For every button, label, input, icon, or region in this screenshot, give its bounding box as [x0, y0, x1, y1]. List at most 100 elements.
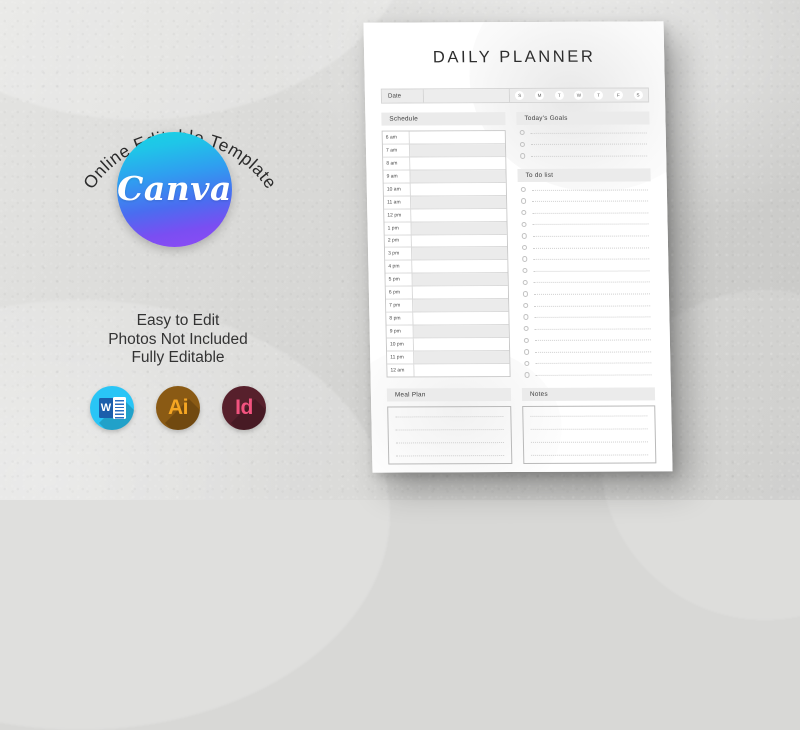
- todo-row-field[interactable]: [533, 234, 649, 237]
- day-toggle-3[interactable]: W: [574, 90, 584, 100]
- todo-row-field[interactable]: [532, 188, 648, 191]
- schedule-entry-field[interactable]: [409, 144, 506, 157]
- checkbox-circle-icon[interactable]: [523, 325, 530, 332]
- day-toggle-1[interactable]: M: [534, 90, 545, 100]
- schedule-time-label: 12 am: [387, 364, 415, 377]
- todo-row-field[interactable]: [535, 361, 652, 365]
- checkbox-circle-icon[interactable]: [524, 372, 531, 378]
- notes-line[interactable]: [530, 440, 648, 443]
- schedule-entry-field[interactable]: [413, 325, 509, 338]
- schedule-entry-field[interactable]: [413, 299, 509, 312]
- checkbox-circle-icon[interactable]: [522, 256, 528, 262]
- schedule-entry-field[interactable]: [411, 208, 507, 222]
- checkbox-circle-icon[interactable]: [523, 337, 530, 343]
- day-toggle-2[interactable]: T: [554, 90, 564, 100]
- checkbox-circle-icon[interactable]: [522, 267, 528, 274]
- schedule-entry-field[interactable]: [412, 273, 508, 286]
- todo-row-field[interactable]: [534, 292, 650, 295]
- schedule-entry-field[interactable]: [414, 363, 510, 377]
- schedule-row: 12 am: [387, 363, 510, 377]
- checkbox-circle-icon[interactable]: [521, 233, 528, 239]
- promo-feature-1: Easy to Edit: [136, 312, 220, 329]
- schedule-entry-field[interactable]: [409, 131, 505, 144]
- day-toggle-6[interactable]: S: [633, 90, 643, 100]
- schedule-row: 6 pm: [385, 286, 509, 300]
- checkbox-circle-icon[interactable]: [521, 221, 527, 228]
- todo-row: [518, 206, 651, 218]
- schedule-entry-field[interactable]: [412, 260, 508, 273]
- schedule-entry-field[interactable]: [412, 286, 509, 299]
- planner-page: DAILY PLANNER Date SMTWTFS Schedule 6 am…: [363, 21, 673, 473]
- schedule-time-label: 9 pm: [386, 325, 414, 338]
- todo-row-field[interactable]: [533, 245, 650, 249]
- checkbox-circle-icon[interactable]: [521, 244, 528, 251]
- todo-row-field[interactable]: [532, 199, 649, 203]
- meal-plan-writing-area[interactable]: [387, 405, 513, 465]
- schedule-entry-field[interactable]: [410, 195, 507, 209]
- todo-row-field[interactable]: [532, 211, 649, 214]
- schedule-entry-field[interactable]: [410, 169, 506, 183]
- notes-line[interactable]: [531, 453, 649, 456]
- day-of-week-selector[interactable]: SMTWTFS: [509, 88, 649, 103]
- checkbox-circle-icon[interactable]: [520, 153, 526, 159]
- schedule-time-label: 11 pm: [387, 351, 415, 364]
- notes-line[interactable]: [530, 414, 648, 417]
- todo-row-field[interactable]: [535, 373, 652, 376]
- date-input-field[interactable]: [423, 89, 511, 103]
- schedule-entry-field[interactable]: [410, 182, 506, 196]
- schedule-row: 8 am: [383, 156, 506, 171]
- meal-plan-line[interactable]: [396, 453, 505, 457]
- checkbox-circle-icon[interactable]: [523, 302, 529, 309]
- notes-line[interactable]: [530, 427, 648, 430]
- schedule-row: 8 pm: [386, 312, 509, 326]
- checkbox-circle-icon[interactable]: [520, 186, 527, 193]
- schedule-entry-field[interactable]: [411, 234, 507, 247]
- todo-row-field[interactable]: [534, 303, 651, 307]
- notes-header: Notes: [521, 387, 656, 401]
- checkbox-circle-icon[interactable]: [522, 279, 529, 285]
- schedule-entry-field[interactable]: [414, 350, 510, 364]
- todo-row-field[interactable]: [532, 222, 649, 226]
- checkbox-circle-icon[interactable]: [523, 314, 529, 320]
- todo-row-field[interactable]: [534, 280, 650, 284]
- todo-section: To do list: [517, 168, 654, 381]
- meal-plan-section: Meal Plan: [386, 387, 513, 465]
- goal-row-field[interactable]: [531, 154, 648, 157]
- schedule-entry-field[interactable]: [410, 156, 506, 170]
- todo-row: [521, 369, 654, 381]
- todo-row-field[interactable]: [535, 350, 652, 353]
- todo-row-field[interactable]: [535, 327, 651, 330]
- day-toggle-4[interactable]: T: [594, 90, 604, 100]
- day-toggle-5[interactable]: F: [613, 90, 623, 100]
- todo-row-field[interactable]: [535, 338, 651, 342]
- meal-plan-line[interactable]: [395, 414, 504, 418]
- day-toggle-0[interactable]: S: [515, 90, 525, 101]
- checkbox-circle-icon[interactable]: [524, 349, 530, 355]
- todo-row: [521, 357, 654, 369]
- schedule-entry-field[interactable]: [413, 338, 510, 351]
- meal-plan-line[interactable]: [395, 427, 504, 431]
- checkbox-circle-icon[interactable]: [519, 141, 526, 148]
- todo-row-field[interactable]: [533, 269, 650, 272]
- checkbox-circle-icon[interactable]: [524, 360, 530, 367]
- goal-row-field[interactable]: [531, 131, 647, 134]
- schedule-entry-field[interactable]: [411, 221, 507, 234]
- checkbox-circle-icon[interactable]: [521, 210, 527, 216]
- todo-row-field[interactable]: [533, 257, 650, 261]
- schedule-entry-field[interactable]: [413, 312, 509, 325]
- schedule-entry-field[interactable]: [411, 247, 508, 260]
- goal-row: [517, 138, 650, 150]
- schedule-time-label: 9 am: [383, 170, 411, 183]
- goal-row-field[interactable]: [531, 142, 647, 146]
- schedule-section-header: Schedule: [381, 112, 506, 126]
- todo-row-field[interactable]: [534, 315, 651, 319]
- promo-feature-2: Photos Not Included: [108, 330, 248, 348]
- schedule-row: 11 am: [383, 195, 507, 210]
- date-label: Date: [381, 89, 425, 103]
- word-icon-letter: W: [98, 398, 114, 418]
- notes-writing-area[interactable]: [522, 405, 657, 464]
- checkbox-circle-icon[interactable]: [522, 291, 529, 297]
- checkbox-circle-icon[interactable]: [521, 198, 527, 204]
- checkbox-circle-icon[interactable]: [519, 130, 526, 136]
- meal-plan-line[interactable]: [395, 440, 504, 444]
